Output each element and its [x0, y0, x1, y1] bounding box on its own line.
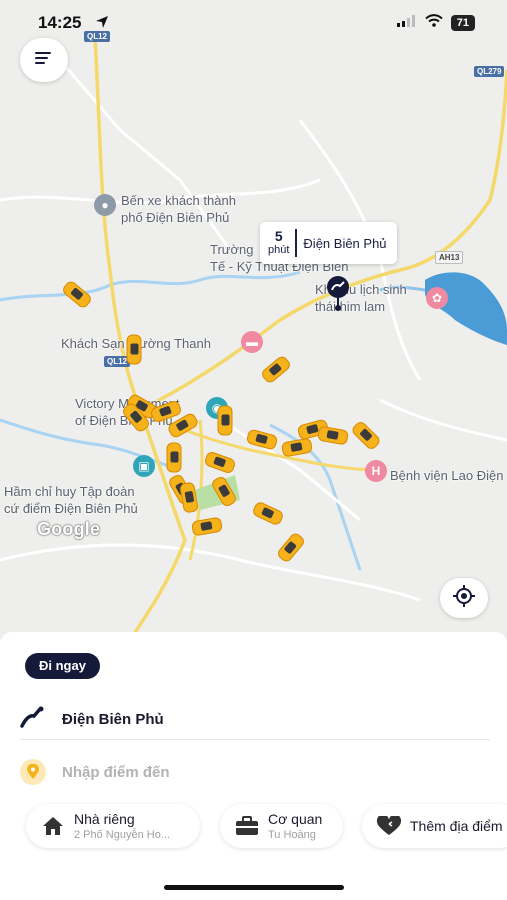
saved-place-address: 2 Phố Nguyễn Ho... — [74, 828, 171, 841]
add-place-label: Thêm địa điểm — [410, 817, 503, 834]
saved-place-title: Cơ quan — [268, 810, 323, 827]
my-location-button[interactable] — [440, 578, 488, 618]
map-label-hospital: Bệnh viện Lao Điện — [390, 468, 504, 483]
saved-place-home[interactable]: Nhà riêng 2 Phố Nguyễn Ho... — [26, 804, 200, 848]
taxi-car-icon — [217, 405, 233, 436]
google-logo: Google — [37, 519, 101, 539]
status-icons: 71 — [396, 14, 475, 32]
destination-placeholder: Nhập điểm đến — [62, 763, 170, 781]
tourism-poi-icon: ✿ — [426, 287, 448, 309]
hospital-icon: H — [365, 460, 387, 482]
eta-bubble[interactable]: 5 phút Điện Biên Phủ — [260, 222, 397, 264]
origin-field[interactable]: Điện Biên Phủ — [20, 700, 490, 740]
road-shield-ah13: AH13 — [435, 251, 464, 264]
briefcase-icon — [234, 816, 260, 836]
status-bar: 14:25 71 — [0, 0, 507, 46]
map-view[interactable]: 14:25 71 QL12 QL279 AH13 QL12 ● Bến xe k… — [0, 0, 507, 640]
road-shield-ql12: QL12 — [84, 31, 111, 42]
eta-place: Điện Biên Phủ — [303, 235, 387, 251]
battery-indicator: 71 — [450, 15, 475, 31]
taxi-car-icon — [166, 442, 182, 473]
menu-icon — [35, 51, 53, 70]
saved-place-title: Nhà riêng — [74, 810, 135, 827]
bus-station-pin-icon: ● — [94, 194, 116, 216]
taxi-car-icon — [126, 334, 142, 365]
eta-time: 5 phút — [268, 228, 298, 257]
signal-icon — [396, 14, 417, 32]
road-shield-ql279: QL279 — [474, 66, 505, 77]
eta-unit: phút — [268, 244, 290, 256]
crosshair-icon — [453, 584, 475, 612]
booking-sheet: Đi ngay Điện Biên Phủ Nhập điểm đến Nhà … — [0, 632, 507, 900]
eta-minutes: 5 — [274, 228, 283, 244]
menu-button[interactable] — [20, 38, 68, 82]
pickup-figure-icon — [20, 706, 46, 733]
map-label-bus-station: Bến xe khách thành phố Điện Biên Phủ — [121, 193, 236, 225]
saved-place-work[interactable]: Cơ quan Tu Hoàng — [220, 804, 343, 848]
status-time: 14:25 — [38, 13, 82, 32]
heart-icon — [376, 816, 402, 836]
destination-pin-icon — [20, 759, 46, 785]
saved-place-address: Tu Hoàng — [268, 828, 316, 841]
origin-text: Điện Biên Phủ — [62, 711, 164, 728]
pickup-pin-icon[interactable] — [325, 276, 351, 317]
add-place-button[interactable]: Thêm địa điểm — [362, 804, 507, 848]
museum-poi-icon: ▣ — [133, 455, 155, 477]
destination-field[interactable]: Nhập điểm đến — [20, 756, 490, 788]
map-roads — [0, 39, 507, 640]
home-icon — [40, 816, 66, 836]
go-now-button[interactable]: Đi ngay — [25, 653, 100, 679]
map-label-bunker: Hầm chỉ huy Tập đoàn cứ điểm Điện Biên P… — [4, 484, 138, 516]
home-indicator[interactable] — [164, 885, 344, 890]
saved-places: Nhà riêng 2 Phố Nguyễn Ho... Cơ quan Tu … — [0, 804, 507, 852]
hotel-bed-icon: ▬ — [241, 331, 263, 353]
wifi-icon — [425, 14, 443, 32]
